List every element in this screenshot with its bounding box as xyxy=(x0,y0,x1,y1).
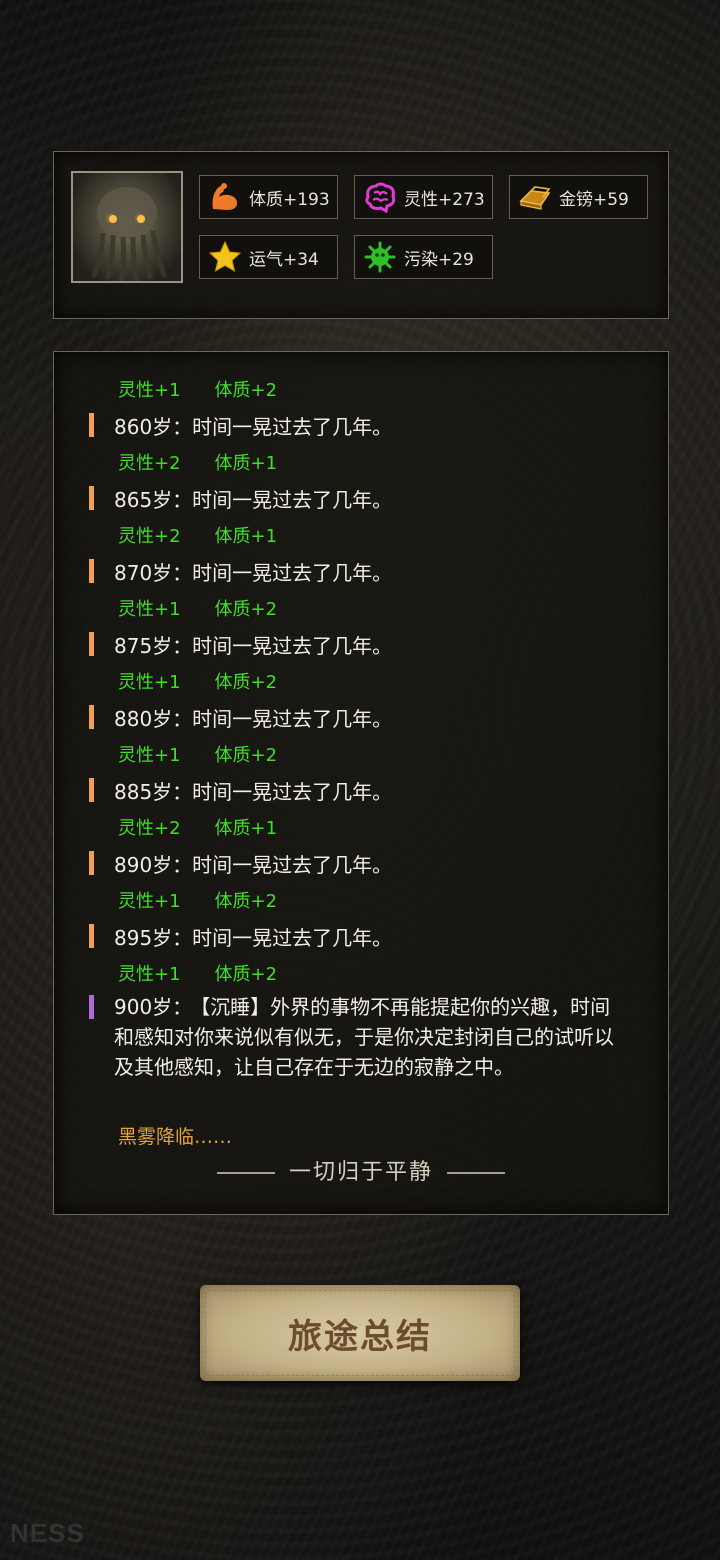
ending-banner: 一切归于平静 xyxy=(54,1154,668,1186)
log-entry: 875岁：时间一晃过去了几年。 xyxy=(89,630,392,659)
stats-panel: 体质+193 灵性+273 金镑+59 运气+34 污染+29 xyxy=(53,151,669,319)
divider xyxy=(447,1172,505,1174)
entry-marker xyxy=(89,559,94,583)
attribute-gain-row: 灵性+1 体质+2 xyxy=(118,599,278,620)
entry-marker xyxy=(89,924,94,948)
summary-button-label: 旅途总结 xyxy=(288,1316,432,1357)
entry-marker xyxy=(89,486,94,510)
life-log-panel[interactable]: 灵性+1 体质+2 860岁：时间一晃过去了几年。 灵性+2 体质+1 865岁：时… xyxy=(53,351,669,1215)
log-entry: 870岁：时间一晃过去了几年。 xyxy=(89,557,392,586)
stat-label: 灵性+273 xyxy=(404,189,485,210)
muscle-arm-icon xyxy=(212,183,237,210)
attribute-gain-row: 灵性+1 体质+2 xyxy=(118,745,278,766)
attribute-gain-row: 灵性+2 体质+1 xyxy=(118,526,278,547)
stat-label: 污染+29 xyxy=(404,249,474,270)
attribute-gain-row: 灵性+1 体质+2 xyxy=(118,380,278,401)
stat-label: 运气+34 xyxy=(249,249,319,270)
attribute-gain-row: 灵性+1 体质+2 xyxy=(118,672,278,693)
entry-marker xyxy=(89,851,94,875)
journey-summary-button[interactable]: 旅途总结 xyxy=(200,1285,520,1381)
character-avatar[interactable] xyxy=(71,171,183,283)
stat-constitution[interactable]: 体质+193 xyxy=(199,175,338,219)
entry-marker xyxy=(89,413,94,437)
attribute-gain-row: 灵性+2 体质+1 xyxy=(118,818,278,839)
stat-label: 体质+193 xyxy=(249,189,330,210)
stat-luck[interactable]: 运气+34 xyxy=(199,235,338,279)
brain-icon xyxy=(365,182,396,214)
watermark-logo: NESS xyxy=(10,1518,85,1548)
gold-bars-icon xyxy=(519,186,551,210)
entry-marker xyxy=(89,705,94,729)
stat-pollution[interactable]: 污染+29 xyxy=(354,235,493,279)
attribute-gain-row: 灵性+1 体质+2 xyxy=(118,964,278,985)
final-log-entry: 900岁： 【沉睡】外界的事物不再能提起你的兴趣，时间和感知对你来说似有似无，于是… xyxy=(89,992,624,1082)
log-entry: 860岁：时间一晃过去了几年。 xyxy=(89,411,392,440)
entry-marker xyxy=(89,778,94,802)
final-age: 900岁： xyxy=(114,995,193,1019)
virus-icon xyxy=(364,241,396,273)
attribute-gain-row: 灵性+1 体质+2 xyxy=(118,891,278,912)
log-entry: 890岁：时间一晃过去了几年。 xyxy=(89,849,392,878)
eldritch-portrait-icon xyxy=(90,187,168,281)
stat-spirituality[interactable]: 灵性+273 xyxy=(354,175,493,219)
star-icon xyxy=(208,240,242,273)
log-entry: 885岁：时间一晃过去了几年。 xyxy=(89,776,392,805)
entry-marker-final xyxy=(89,995,94,1019)
log-entry: 880岁：时间一晃过去了几年。 xyxy=(89,703,392,732)
log-entry: 895岁：时间一晃过去了几年。 xyxy=(89,922,392,951)
entry-marker xyxy=(89,632,94,656)
stat-gold[interactable]: 金镑+59 xyxy=(509,175,648,219)
black-fog-notice: 黑雾降临…… xyxy=(118,1126,233,1148)
ending-text: 一切归于平静 xyxy=(288,1160,433,1185)
log-entry: 865岁：时间一晃过去了几年。 xyxy=(89,484,392,513)
stat-label: 金镑+59 xyxy=(559,189,629,210)
attribute-gain-row: 灵性+2 体质+1 xyxy=(118,453,278,474)
divider xyxy=(216,1172,275,1174)
